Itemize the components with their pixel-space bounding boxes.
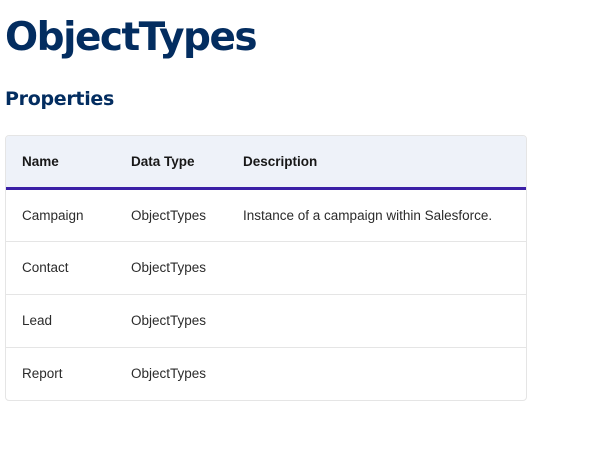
cell-data-type: ObjectTypes — [131, 207, 207, 223]
table-header: Name Data Type Description — [6, 136, 526, 190]
table-header-row: Name Data Type Description — [6, 136, 526, 190]
cell-data-type: ObjectTypes — [131, 260, 207, 275]
page-title: ObjectTypes — [5, 15, 258, 60]
table-row: Campaign ObjectTypes Instance of a campa… — [6, 188, 526, 241]
cell-name: Lead — [22, 313, 53, 328]
column-header-description: Description — [243, 136, 526, 190]
table-row: Contact ObjectTypes — [6, 241, 526, 294]
cell-description — [243, 241, 526, 294]
properties-table-grid: Name Data Type Description Campaign Obje… — [6, 136, 526, 400]
cell-name: Report — [22, 366, 63, 382]
properties-table: Name Data Type Description Campaign Obje… — [5, 135, 527, 401]
section-title-properties: Properties — [5, 88, 114, 110]
cell-data-type: ObjectTypes — [131, 313, 207, 328]
cell-description: Instance of a campaign within Salesforce… — [243, 207, 493, 223]
cell-name: Contact — [22, 260, 69, 275]
column-header-name: Name — [6, 136, 131, 190]
table-body: Campaign ObjectTypes Instance of a campa… — [6, 188, 526, 400]
table-row: Report ObjectTypes — [6, 347, 526, 400]
cell-name: Campaign — [22, 207, 84, 223]
cell-description — [243, 347, 526, 400]
column-header-data-type: Data Type — [131, 136, 243, 190]
table-row: Lead ObjectTypes — [6, 294, 526, 347]
cell-description — [243, 294, 526, 347]
cell-data-type: ObjectTypes — [131, 366, 207, 382]
